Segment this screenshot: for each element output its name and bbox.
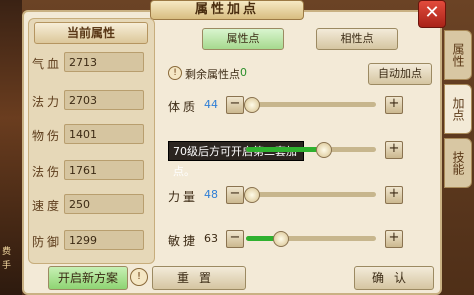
stat-row-hp: 气血 2713 bbox=[28, 52, 153, 74]
stat-value: 250 bbox=[64, 194, 144, 214]
confirm-button[interactable]: 确认 bbox=[354, 266, 434, 290]
attribute-label: 力量 bbox=[168, 190, 199, 204]
attribute-value: 48 bbox=[204, 188, 218, 201]
stat-value: 1401 bbox=[64, 124, 144, 144]
remaining-points-value: 0 bbox=[240, 66, 247, 79]
edge-char-1: 费 bbox=[2, 247, 12, 257]
attribute-slider-thumb[interactable] bbox=[273, 231, 289, 247]
stat-row-mag-dmg: 法伤 1761 bbox=[28, 160, 153, 182]
increase-button[interactable]: + bbox=[385, 230, 403, 248]
attribute-slider-thumb[interactable] bbox=[244, 187, 260, 203]
tab-attribute-points[interactable]: 属性点 bbox=[202, 28, 284, 50]
attribute-slider-track[interactable] bbox=[246, 102, 376, 107]
stat-label: 法伤 bbox=[32, 165, 63, 179]
stat-row-phys-dmg: 物伤 1401 bbox=[28, 124, 153, 146]
decrease-button[interactable]: − bbox=[226, 96, 244, 114]
new-plan-button[interactable]: 开启新方案 bbox=[48, 266, 128, 290]
decrease-button[interactable]: − bbox=[226, 230, 244, 248]
side-tab-add-points[interactable]: 加点 bbox=[444, 84, 472, 134]
stat-label: 防御 bbox=[32, 235, 63, 249]
dialog-title: 属性加点 bbox=[150, 0, 304, 20]
side-tab-attributes[interactable]: 属性 bbox=[444, 30, 472, 80]
increase-button[interactable]: + bbox=[385, 96, 403, 114]
tab-phase-points[interactable]: 相性点 bbox=[316, 28, 398, 50]
stat-value: 2703 bbox=[64, 90, 144, 110]
auto-allocate-button[interactable]: 自动加点 bbox=[368, 63, 432, 85]
attribute-value: 63 bbox=[204, 232, 218, 245]
decrease-button[interactable]: − bbox=[226, 186, 244, 204]
attribute-value: 44 bbox=[204, 98, 218, 111]
side-tab-skills[interactable]: 技能 bbox=[444, 138, 472, 188]
stat-row-speed: 速度 250 bbox=[28, 194, 153, 216]
left-edge-decoration: 费 手 bbox=[0, 0, 22, 295]
stat-label: 物伤 bbox=[32, 129, 63, 143]
attribute-slider-thumb[interactable] bbox=[244, 97, 260, 113]
increase-button[interactable]: + bbox=[385, 141, 403, 159]
warning-icon[interactable]: ! bbox=[130, 268, 148, 286]
stat-row-mp: 法力 2703 bbox=[28, 90, 153, 112]
stat-label: 法力 bbox=[32, 95, 63, 109]
current-stats-header: 当前属性 bbox=[34, 22, 148, 44]
reset-button[interactable]: 重置 bbox=[152, 266, 246, 290]
stat-value: 2713 bbox=[64, 52, 144, 72]
stat-label: 速度 bbox=[32, 199, 63, 213]
attribute-label: 体质 bbox=[168, 100, 199, 114]
stat-label: 气血 bbox=[32, 57, 63, 71]
stat-value: 1299 bbox=[64, 230, 144, 250]
attribute-slider-thumb[interactable] bbox=[316, 142, 332, 158]
attribute-slider-track[interactable] bbox=[246, 192, 376, 197]
stat-row-defense: 防御 1299 bbox=[28, 230, 153, 252]
edge-char-2: 手 bbox=[2, 261, 12, 271]
attribute-slider-fill bbox=[246, 236, 275, 241]
attribute-slider-track[interactable] bbox=[246, 147, 376, 152]
attribute-label: 敏捷 bbox=[168, 234, 199, 248]
attribute-slider-track[interactable] bbox=[246, 236, 376, 241]
close-icon[interactable]: ✕ bbox=[418, 0, 446, 28]
remaining-points-label: 剩余属性点 bbox=[185, 68, 240, 81]
attribute-slider-fill bbox=[246, 147, 318, 152]
increase-button[interactable]: + bbox=[385, 186, 403, 204]
info-icon: ! bbox=[168, 66, 182, 80]
stat-value: 1761 bbox=[64, 160, 144, 180]
